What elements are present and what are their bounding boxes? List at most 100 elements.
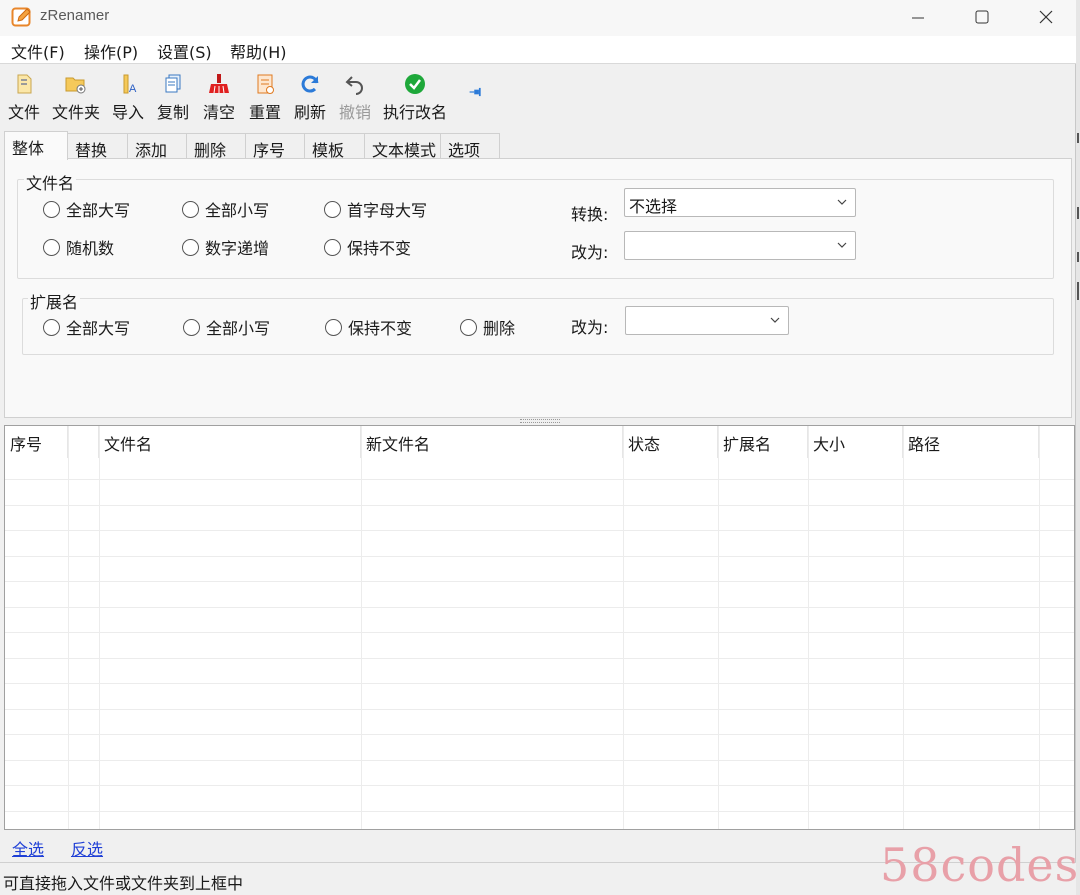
radio-circle[interactable] xyxy=(324,238,341,256)
tab-replace[interactable]: 替换 xyxy=(67,133,128,160)
window-edge xyxy=(1076,0,1080,895)
radio-name-lowercase[interactable]: 全部小写 xyxy=(182,197,269,221)
grid-row-line xyxy=(5,530,1074,531)
grid-column-line xyxy=(903,426,904,829)
status-text: 可直接拖入文件或文件夹到上框中 xyxy=(3,874,244,893)
radio-ext-delete[interactable]: 删除 xyxy=(460,315,515,339)
radio-circle[interactable] xyxy=(183,318,200,336)
column-header-status[interactable]: 状态 xyxy=(623,426,718,458)
app-window: zRenamer 文件(F) 操作(P) 设置(S) 帮助(H) 文件 文件夹 … xyxy=(0,0,1076,895)
radio-circle[interactable] xyxy=(43,318,60,336)
reset-icon xyxy=(257,74,274,94)
grid-header: 序号 文件名 新文件名 状态 扩展名 大小 路径 xyxy=(5,426,1074,458)
minimize-icon xyxy=(912,17,924,19)
clear-button[interactable]: 清空 xyxy=(203,72,235,123)
filename-group-title: 文件名 xyxy=(24,170,77,194)
menu-operation[interactable]: 操作(P) xyxy=(84,39,138,63)
column-header-filename[interactable]: 文件名 xyxy=(99,426,361,458)
tab-template[interactable]: 模板 xyxy=(304,133,365,160)
maximize-button[interactable] xyxy=(950,0,1014,34)
menu-file[interactable]: 文件(F) xyxy=(11,39,65,63)
tab-add[interactable]: 添加 xyxy=(127,133,187,160)
app-logo-icon xyxy=(11,7,31,27)
radio-ext-uppercase[interactable]: 全部大写 xyxy=(43,315,130,339)
refresh-icon xyxy=(301,75,319,93)
column-header-check[interactable] xyxy=(68,426,99,458)
import-button[interactable]: A 导入 xyxy=(112,72,144,123)
radio-circle[interactable] xyxy=(182,238,199,256)
close-button[interactable] xyxy=(1014,0,1078,34)
invert-selection-link[interactable]: 反选 xyxy=(71,836,103,860)
radio-circle[interactable] xyxy=(325,318,342,336)
name-change-label: 改为: xyxy=(571,243,609,262)
grid-row-line xyxy=(5,683,1074,684)
grid-row-line xyxy=(5,505,1074,506)
grid-row-line xyxy=(5,709,1074,710)
add-folder-icon xyxy=(65,77,86,94)
radio-name-keep[interactable]: 保持不变 xyxy=(324,235,411,259)
add-file-button[interactable]: 文件 xyxy=(8,72,40,123)
column-header-extension[interactable]: 扩展名 xyxy=(718,426,808,458)
radio-circle[interactable] xyxy=(43,200,60,218)
grid-column-line xyxy=(718,426,719,829)
menu-bar: 文件(F) 操作(P) 设置(S) 帮助(H) xyxy=(0,36,1076,64)
minimize-button[interactable] xyxy=(886,0,950,34)
add-folder-button[interactable]: 文件夹 xyxy=(52,72,100,123)
menu-settings[interactable]: 设置(S) xyxy=(157,39,212,63)
tab-options[interactable]: 选项 xyxy=(440,133,500,160)
grid-row-line xyxy=(5,581,1074,582)
grid-row-line xyxy=(5,785,1074,786)
grid-row-line xyxy=(5,479,1074,480)
undo-button[interactable]: 撤销 xyxy=(339,72,371,123)
chevron-down-icon xyxy=(770,317,780,323)
radio-ext-lowercase[interactable]: 全部小写 xyxy=(183,315,270,339)
copy-button[interactable]: 复制 xyxy=(157,72,189,123)
radio-circle[interactable] xyxy=(43,238,60,256)
column-header-size[interactable]: 大小 xyxy=(808,426,903,458)
column-header-path[interactable]: 路径 xyxy=(903,426,1039,458)
chevron-down-icon xyxy=(837,199,847,205)
refresh-button[interactable]: 刷新 xyxy=(294,72,326,123)
grid-column-line xyxy=(361,426,362,829)
title-bar[interactable]: zRenamer xyxy=(0,0,1076,36)
tab-overall[interactable]: 整体 xyxy=(4,131,68,160)
menu-help[interactable]: 帮助(H) xyxy=(230,39,287,63)
tab-text-mode[interactable]: 文本模式 xyxy=(364,133,441,160)
extension-group xyxy=(22,298,1054,355)
grid-column-line xyxy=(68,426,69,829)
convert-select[interactable]: 不选择 xyxy=(624,188,856,217)
radio-ext-keep[interactable]: 保持不变 xyxy=(325,315,412,339)
grid-row-line xyxy=(5,760,1074,761)
convert-label: 转换: xyxy=(571,205,609,224)
column-header-new-filename[interactable]: 新文件名 xyxy=(361,426,623,458)
radio-name-random[interactable]: 随机数 xyxy=(43,235,114,259)
ext-change-select[interactable] xyxy=(625,306,789,335)
tab-sequence[interactable]: 序号 xyxy=(245,133,305,160)
name-change-select[interactable] xyxy=(624,231,856,260)
grid-row-line xyxy=(5,556,1074,557)
grid-row-line xyxy=(5,658,1074,659)
add-file-icon xyxy=(17,74,32,94)
radio-circle[interactable] xyxy=(324,200,341,218)
grid-row-line xyxy=(5,607,1074,608)
radio-circle[interactable] xyxy=(182,200,199,218)
radio-name-uppercase[interactable]: 全部大写 xyxy=(43,197,130,221)
tab-delete[interactable]: 删除 xyxy=(186,133,246,160)
radio-name-capitalize[interactable]: 首字母大写 xyxy=(324,197,427,221)
column-header-index[interactable]: 序号 xyxy=(5,426,68,458)
execute-rename-button[interactable]: 执行改名 xyxy=(383,72,447,123)
panel-splitter[interactable] xyxy=(520,419,560,423)
overall-panel: 文件名 全部大写 全部小写 首字母大写 随机数 数字递增 保持不变 转换: 不选… xyxy=(4,158,1072,418)
file-grid[interactable]: 序号 文件名 新文件名 状态 扩展名 大小 路径 xyxy=(4,425,1075,830)
pin-button[interactable] xyxy=(465,85,487,99)
radio-circle[interactable] xyxy=(460,318,477,336)
copy-icon xyxy=(165,74,181,93)
radio-name-increment[interactable]: 数字递增 xyxy=(182,235,269,259)
reset-button[interactable]: 重置 xyxy=(249,72,281,123)
maximize-icon xyxy=(975,10,989,24)
toolbar: 文件 文件夹 A 导入 复制 清空 重置 刷新 撤销 执行改名 xyxy=(0,65,1076,131)
select-all-link[interactable]: 全选 xyxy=(12,836,44,860)
execute-check-icon xyxy=(405,74,425,94)
ext-change-label: 改为: xyxy=(571,318,609,337)
grid-column-line xyxy=(623,426,624,829)
